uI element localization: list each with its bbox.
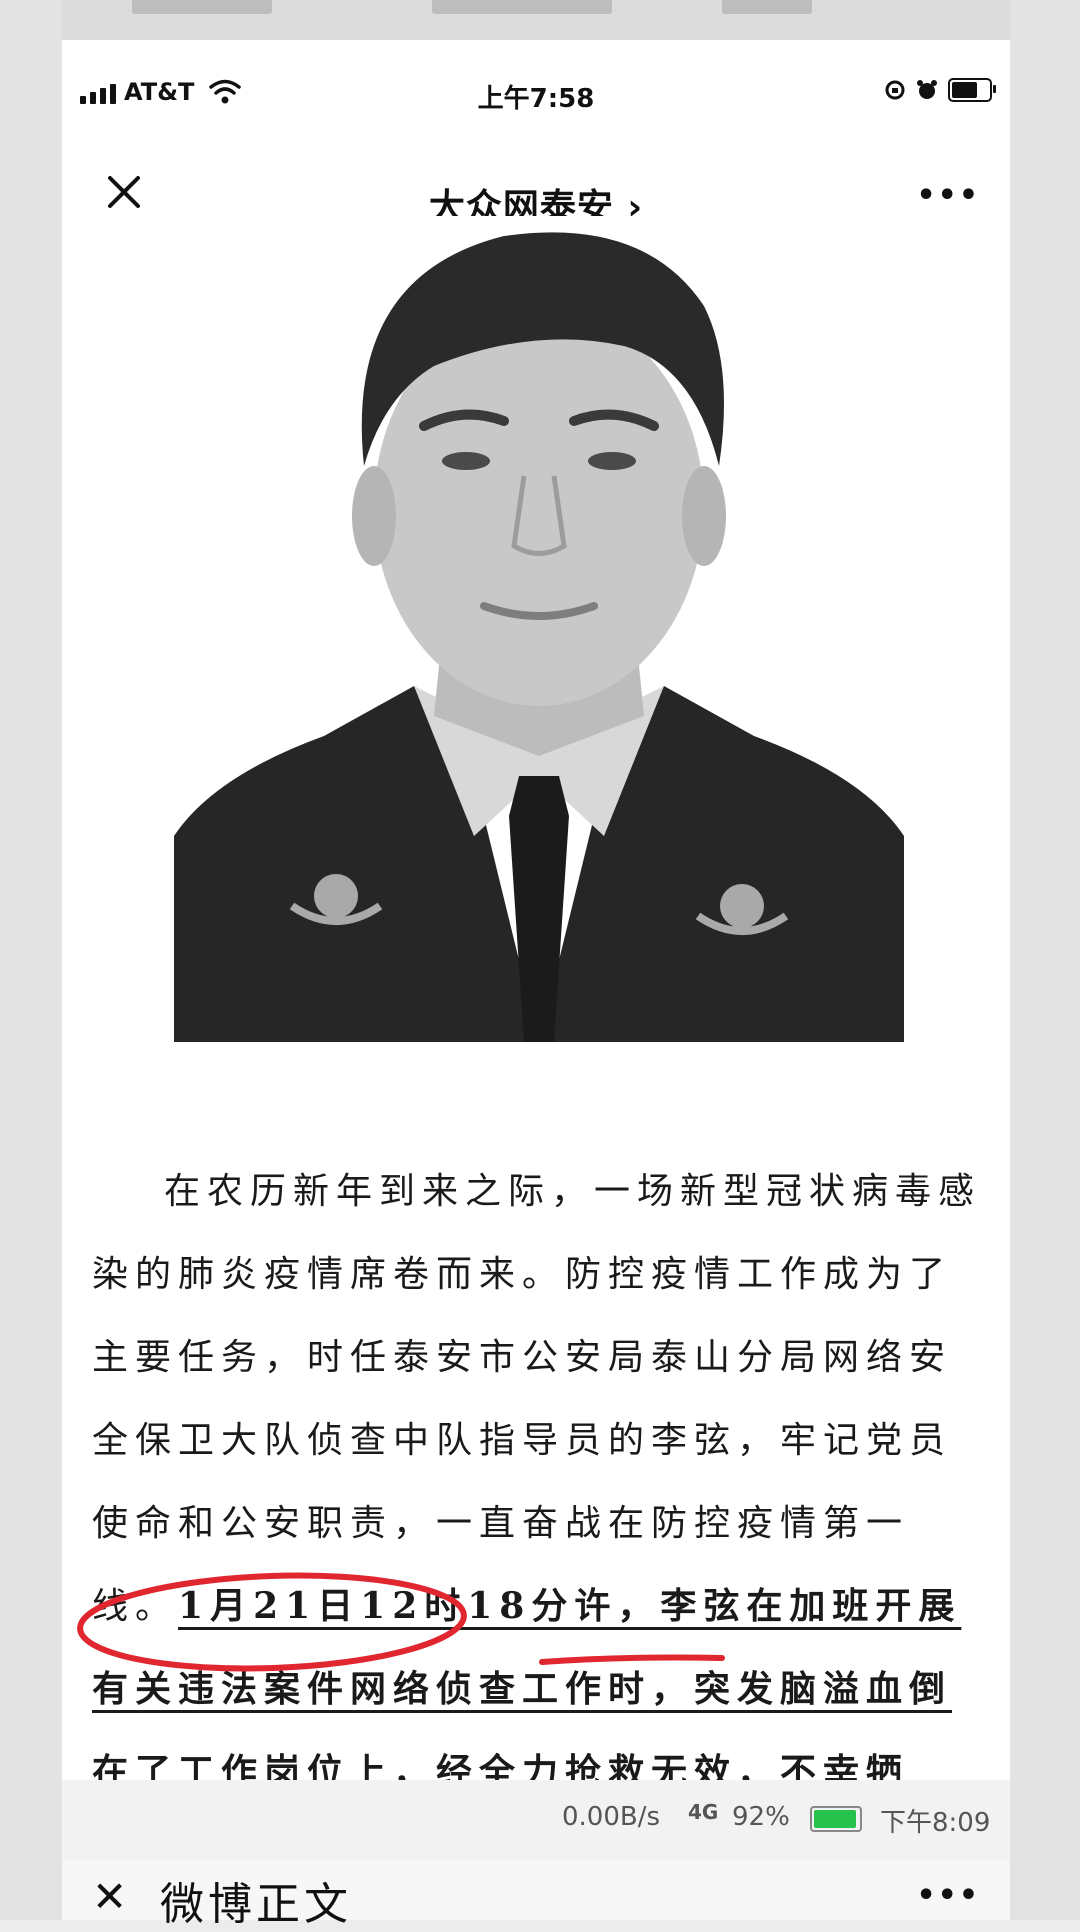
weibo-header: ✕ 微博正文 ••• (62, 1860, 1010, 1930)
android-status-bar: 0.00B/s 4G 92% 下午8:09 (62, 1780, 1010, 1860)
network-type: 4G (688, 1800, 719, 1824)
status-time: 上午7:58 (477, 84, 595, 114)
photo-frame-right (1010, 0, 1080, 1920)
photo-frame-left (0, 0, 62, 1920)
officer-portrait (174, 216, 904, 1042)
alarm-icon (917, 80, 937, 99)
battery-percent: 92% (732, 1802, 790, 1832)
battery-icon (948, 78, 996, 102)
weibo-title: 微博正文 (160, 1879, 352, 1930)
more-options-button[interactable]: ••• (916, 178, 980, 213)
cropped-top-strip (62, 0, 1010, 40)
battery-icon (810, 1806, 862, 1832)
status-icons (884, 78, 996, 102)
android-time: 下午8:09 (880, 1808, 991, 1838)
paragraph-text: 在农历新年到来之际，一场新型冠状病毒感染的肺炎疫情席卷而来。防控疫情工作成为了主… (92, 1171, 982, 1627)
article-text: 在农历新年到来之际，一场新型冠状病毒感染的肺炎疫情席卷而来。防控疫情工作成为了主… (92, 1150, 992, 1780)
ios-status-bar: AT&T 上午7:58 (62, 40, 1010, 140)
close-icon[interactable]: ✕ (92, 1872, 127, 1921)
network-speed: 0.00B/s (562, 1802, 661, 1832)
phone-screenshot: AT&T 上午7:58 大众网泰安 › ••• 在农历新年到来之际，一场新型冠状… (62, 40, 1010, 1780)
more-options-button[interactable]: ••• (916, 1878, 980, 1913)
article-paragraph: 在农历新年到来之际，一场新型冠状病毒感染的肺炎疫情席卷而来。防控疫情工作成为了主… (92, 1150, 992, 1780)
orientation-lock-icon (885, 80, 905, 100)
underlined-highlight: 1月21日12时18分许，李弦在加班开展有关违法案件网络侦查工作时，突发脑溢血倒… (92, 1585, 962, 1780)
